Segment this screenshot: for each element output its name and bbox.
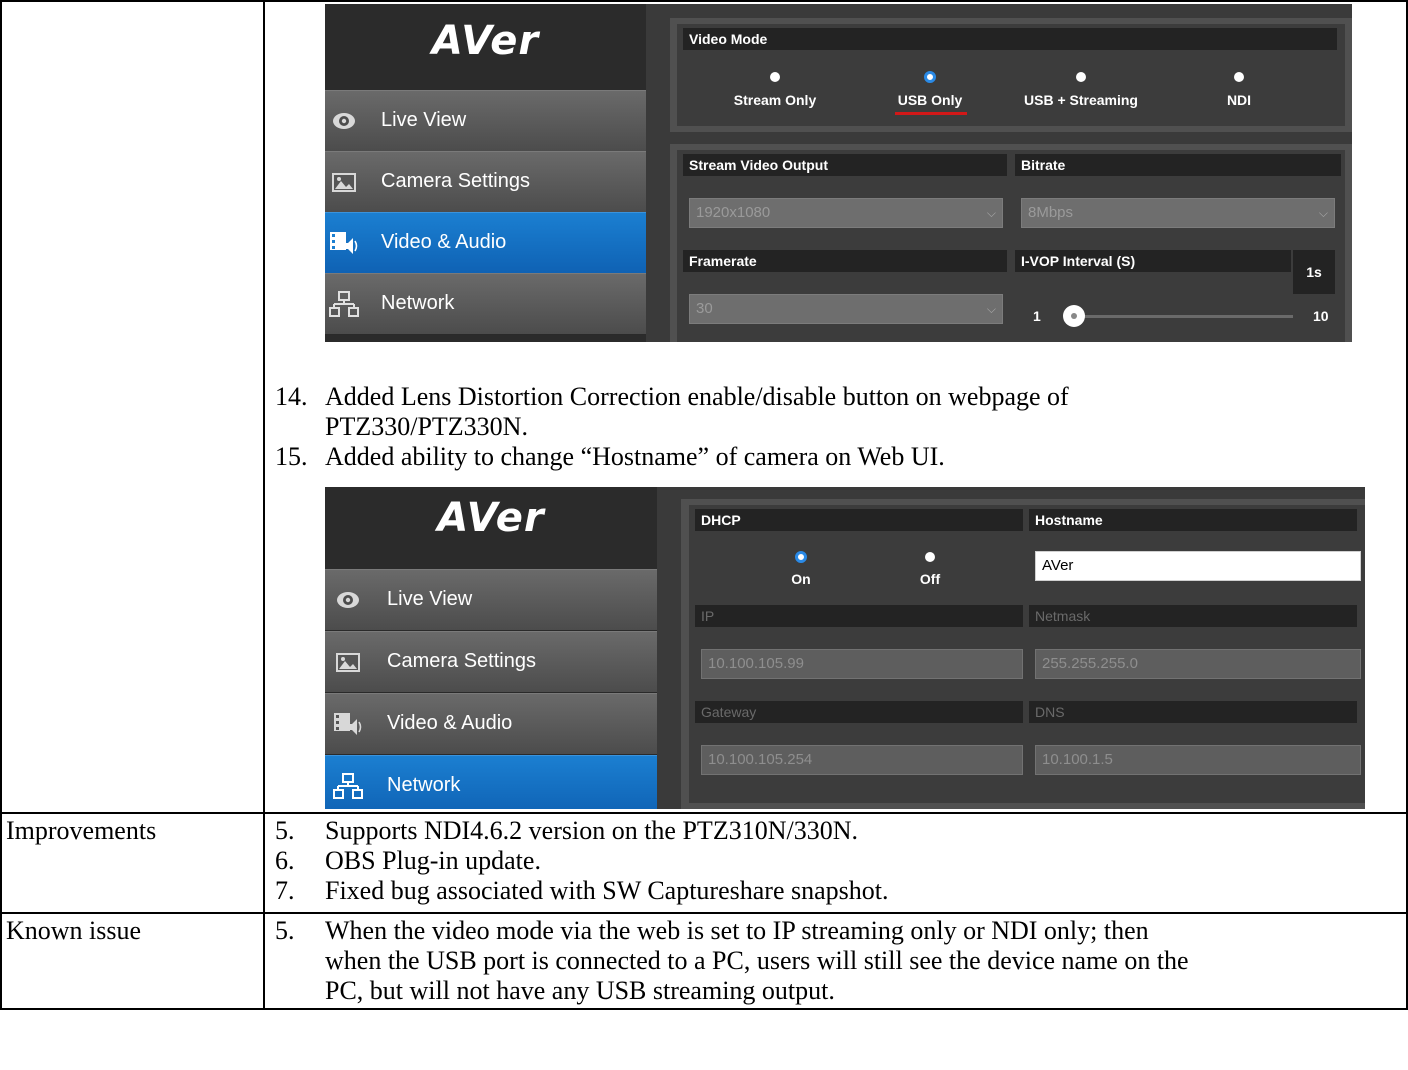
sidebar: AVer Live View Camera Settings Video & A… [325, 487, 657, 809]
list-item-text: OBS Plug-in update. [325, 846, 541, 875]
select-value: 8Mbps [1028, 204, 1074, 221]
chevron-down-icon: ⌵ [986, 206, 996, 220]
list-number: 5. [275, 916, 295, 945]
row-label-known-issue: Known issue [6, 916, 142, 945]
table-border-bottom [0, 1008, 1408, 1010]
hostname-title: Hostname [1029, 509, 1357, 531]
list-number: 15. [275, 442, 308, 471]
picture-icon [333, 648, 363, 676]
stream-settings-panel: Stream Video Output 1920x1080 ⌵ Bitrate … [677, 150, 1345, 342]
sidebar-item-network[interactable]: Network [325, 755, 657, 809]
table-row-divider [0, 912, 1408, 914]
row-label-improvements: Improvements [6, 816, 157, 845]
picture-icon [329, 168, 359, 196]
hostname-input[interactable]: AVer [1035, 551, 1361, 581]
ivop-current-value: 1s [1293, 250, 1335, 294]
radio-usb-streaming[interactable] [1076, 72, 1086, 82]
radio-label: USB Only [897, 92, 963, 108]
gateway-field[interactable]: 10.100.105.254 [701, 745, 1023, 775]
list-item-text: PTZ330/PTZ330N. [325, 412, 528, 441]
framerate-title: Framerate [683, 250, 1007, 272]
ip-title: IP [695, 605, 1023, 627]
ip-field[interactable]: 10.100.105.99 [701, 649, 1023, 679]
chevron-down-icon: ⌵ [1318, 206, 1328, 220]
selected-underline [895, 112, 967, 115]
stream-video-output-title: Stream Video Output [683, 154, 1007, 176]
sidebar-item-live-view[interactable]: Live View [325, 90, 646, 152]
sidebar-item-camera-settings[interactable]: Camera Settings [325, 631, 657, 693]
radio-stream-only[interactable] [770, 72, 780, 82]
eye-icon [333, 586, 363, 614]
sidebar-item-label: Camera Settings [381, 170, 530, 192]
gateway-title: Gateway [695, 701, 1023, 723]
aver-logo: AVer [431, 18, 540, 64]
video-audio-icon [333, 710, 363, 738]
sidebar-item-label: Live View [387, 588, 473, 610]
sidebar-item-label: Video & Audio [381, 231, 507, 253]
sidebar-item-video-audio[interactable]: Video & Audio [325, 693, 657, 755]
bitrate-title: Bitrate [1015, 154, 1341, 176]
eye-icon [329, 107, 359, 135]
dhcp-title: DHCP [695, 509, 1023, 531]
network-icon [333, 772, 363, 800]
dns-title: DNS [1029, 701, 1357, 723]
stream-video-output-select[interactable]: 1920x1080 ⌵ [689, 198, 1003, 228]
list-item-text: Supports NDI4.6.2 version on the PTZ310N… [325, 816, 858, 845]
sidebar-item-video-audio[interactable]: Video & Audio [325, 212, 646, 274]
screenshot-video-audio: AVer Live View Camera Settings Video & A… [325, 4, 1352, 342]
sidebar-item-camera-settings[interactable]: Camera Settings [325, 151, 646, 213]
sidebar-item-live-view[interactable]: Live View [325, 569, 657, 631]
list-item-text: Fixed bug associated with SW Captureshar… [325, 876, 889, 905]
ivop-slider-knob[interactable] [1063, 305, 1085, 327]
sidebar-item-label: Video & Audio [387, 712, 513, 734]
list-number: 7. [275, 876, 295, 905]
table-border-left [0, 0, 2, 1010]
bitrate-select[interactable]: 8Mbps ⌵ [1021, 198, 1335, 228]
list-item-text: when the USB port is connected to a PC, … [325, 946, 1189, 975]
table-row-divider [0, 812, 1408, 814]
table-border-top [0, 0, 1408, 2]
netmask-field[interactable]: 255.255.255.0 [1035, 649, 1361, 679]
dns-field[interactable]: 10.100.1.5 [1035, 745, 1361, 775]
radio-label: NDI [1226, 92, 1252, 108]
video-mode-title: Video Mode [683, 28, 1337, 50]
network-icon [329, 290, 359, 318]
sidebar-item-network[interactable]: Network [325, 273, 646, 335]
list-item-text: Added Lens Distortion Correction enable/… [325, 382, 1069, 411]
radio-ndi[interactable] [1234, 72, 1244, 82]
radio-dhcp-off[interactable] [925, 552, 935, 562]
video-mode-panel: Video Mode Stream Only USB Only USB + St… [677, 24, 1345, 126]
network-panel: DHCP On Off Hostname AVer IP 10.100.105.… [689, 505, 1365, 803]
select-value: 1920x1080 [696, 204, 771, 221]
screenshot-network: AVer Live View Camera Settings Video & A… [325, 487, 1365, 809]
list-item-text: When the video mode via the web is set t… [325, 916, 1149, 945]
list-item-text: PC, but will not have any USB streaming … [325, 976, 835, 1005]
radio-label: Stream Only [733, 92, 817, 108]
radio-label: On [791, 571, 811, 587]
radio-dhcp-on[interactable] [795, 551, 807, 563]
table-col-divider [263, 0, 265, 1010]
sidebar-item-label: Live View [381, 109, 467, 131]
ivop-max-label: 10 [1313, 308, 1329, 324]
sidebar-item-label: Camera Settings [387, 650, 536, 672]
list-item-text: Added ability to change “Hostname” of ca… [325, 442, 945, 471]
sidebar: AVer Live View Camera Settings Video & A… [325, 4, 646, 342]
sidebar-item-label: Network [387, 774, 461, 796]
radio-usb-only[interactable] [924, 71, 936, 83]
radio-label: USB + Streaming [1024, 92, 1138, 108]
ivop-interval-title: I-VOP Interval (S) [1015, 250, 1291, 272]
select-value: 30 [696, 300, 713, 317]
video-audio-icon [329, 229, 359, 257]
framerate-select[interactable]: 30 ⌵ [689, 294, 1003, 324]
ivop-slider-track [1065, 315, 1293, 318]
aver-logo: AVer [437, 495, 545, 541]
netmask-title: Netmask [1029, 605, 1357, 627]
list-number: 5. [275, 816, 295, 845]
chevron-down-icon: ⌵ [986, 302, 996, 316]
list-number: 6. [275, 846, 295, 875]
sidebar-item-label: Network [381, 292, 455, 314]
ivop-min-label: 1 [1033, 308, 1041, 324]
radio-label: Off [919, 571, 941, 587]
list-number: 14. [275, 382, 308, 411]
